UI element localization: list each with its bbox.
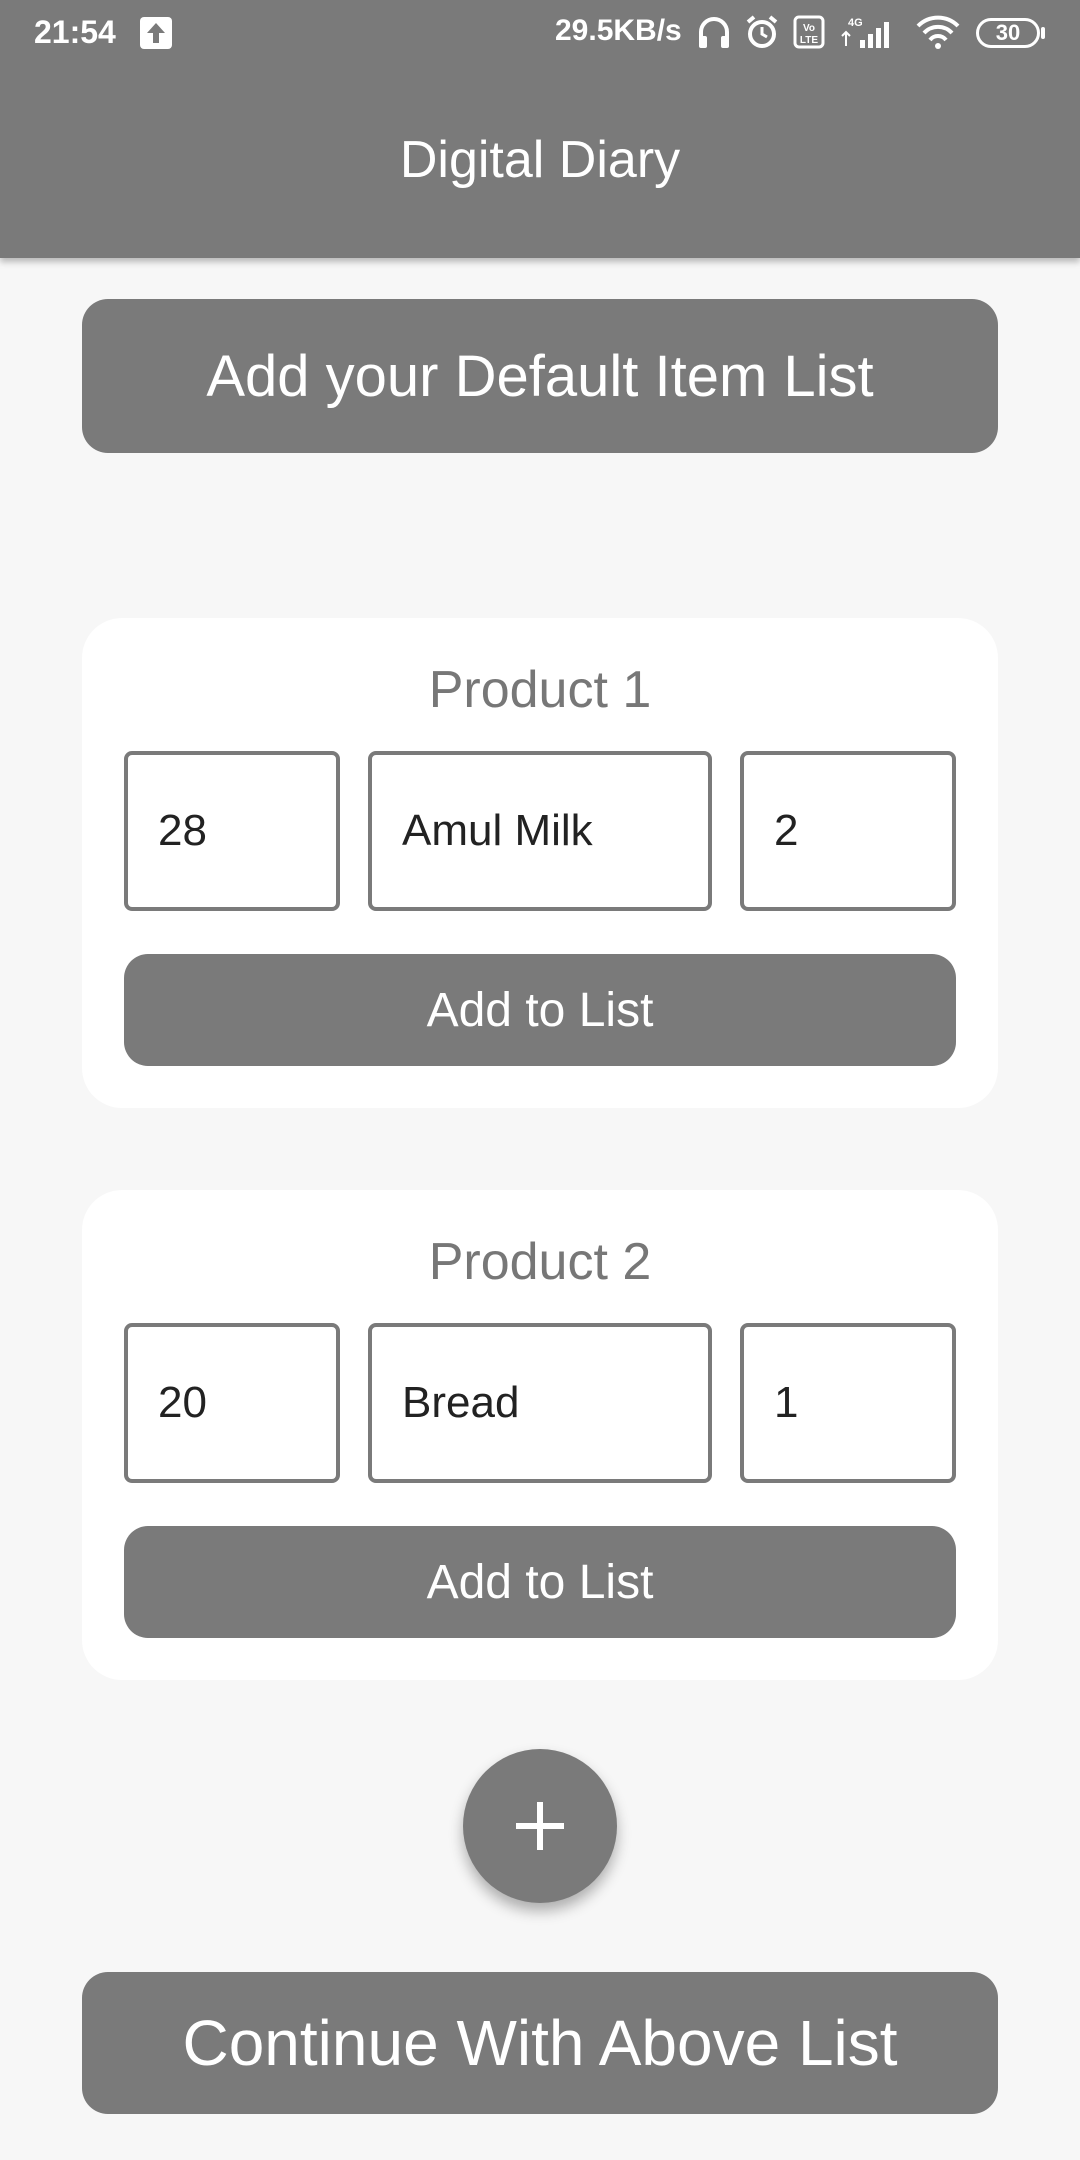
alarm-icon [744,14,780,50]
continue-button[interactable]: Continue With Above List [82,1972,998,2114]
volte-icon: Vo LTE [793,14,825,50]
4g-signal-icon: 4G [838,14,898,50]
quantity-field[interactable]: 2 [740,751,956,911]
battery-tip [1041,27,1045,39]
product-card-2: Product 2 20 Bread 1 Add to List [82,1190,998,1680]
price-field[interactable]: 20 [124,1323,340,1483]
status-time: 21:54 [34,14,116,50]
network-speed: 29.5KB/s [555,14,682,47]
app-bar: 21:54 29.5KB/s Vo LTE 4G 30 Digital Diary [0,0,1080,258]
status-bar: 21:54 29.5KB/s Vo LTE 4G 30 [0,0,1080,66]
svg-text:LTE: LTE [800,35,818,46]
add-product-fab[interactable] [463,1749,617,1903]
price-field[interactable]: 28 [124,751,340,911]
svg-text:Vo: Vo [803,23,815,34]
product-title: Product 1 [428,661,652,719]
battery-icon: 30 [976,18,1040,48]
headphones-icon [697,14,731,50]
add-default-list-button[interactable]: Add your Default Item List [82,299,998,453]
product-name-field[interactable]: Bread [368,1323,712,1483]
product-card-1: Product 1 28 Amul Milk 2 Add to List [82,618,998,1108]
quantity-field[interactable]: 1 [740,1323,956,1483]
product-title: Product 2 [428,1233,652,1291]
product-name-field[interactable]: Amul Milk [368,751,712,911]
plus-icon [516,1802,564,1850]
svg-text:4G: 4G [848,17,863,29]
add-to-list-button[interactable]: Add to List [124,954,956,1066]
page-title: Digital Diary [399,131,681,189]
wifi-icon [914,14,962,50]
add-to-list-button[interactable]: Add to List [124,1526,956,1638]
upload-icon [140,17,172,49]
